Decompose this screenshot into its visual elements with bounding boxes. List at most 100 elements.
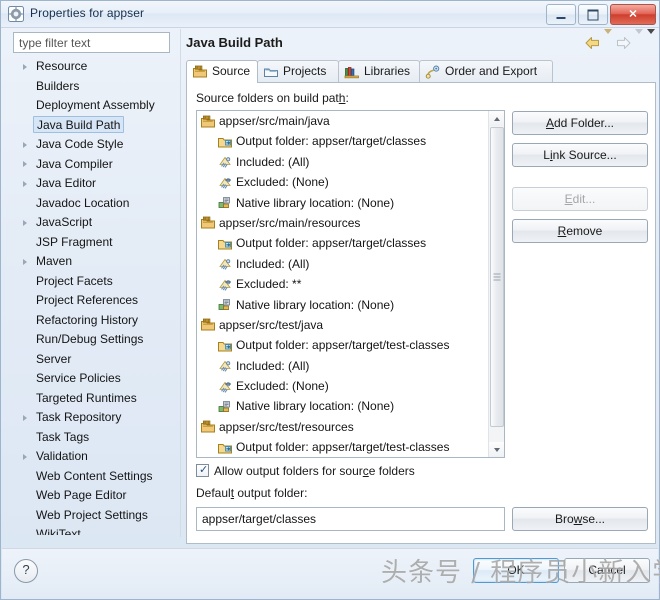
tab-source[interactable]: Source bbox=[186, 60, 258, 83]
source-tree-row-label: appser/src/main/resources bbox=[219, 215, 361, 230]
add-folder-button[interactable]: Add Folder... bbox=[512, 111, 648, 135]
source-folder-attribute-row[interactable]: Output folder: appser/target/test-classe… bbox=[197, 335, 489, 355]
scroll-up-arrow-icon[interactable] bbox=[489, 111, 504, 126]
source-folder-row[interactable]: appser/src/main/java bbox=[197, 111, 489, 131]
window-title: Properties for appser bbox=[30, 6, 145, 20]
tab-projects[interactable]: Projects bbox=[257, 60, 339, 82]
sidebar-item-label: Project References bbox=[36, 293, 139, 307]
settings-page: Java Build Path SourceProjectsLibrarie bbox=[184, 27, 657, 545]
sidebar-item-project-facets[interactable]: Project Facets bbox=[13, 272, 181, 292]
scrollbar-thumb[interactable] bbox=[490, 127, 504, 427]
source-folder-attribute-row[interactable]: Output folder: appser/target/test-classe… bbox=[197, 437, 489, 457]
expand-arrow-icon[interactable] bbox=[23, 258, 27, 265]
expand-arrow-icon[interactable] bbox=[23, 219, 27, 226]
sidebar-item-run-debug-settings[interactable]: Run/Debug Settings bbox=[13, 330, 181, 350]
filter-input[interactable]: type filter text bbox=[13, 32, 170, 53]
tree-scrollbar[interactable] bbox=[488, 111, 504, 457]
button-label-post: dd Folder... bbox=[553, 116, 615, 130]
sidebar-item-builders[interactable]: Builders bbox=[13, 77, 181, 97]
back-arrow-icon[interactable] bbox=[585, 36, 600, 50]
sidebar-item-validation[interactable]: Validation bbox=[13, 447, 181, 467]
sidebar-item-web-page-editor[interactable]: Web Page Editor bbox=[13, 486, 181, 506]
expand-arrow-icon[interactable] bbox=[23, 161, 27, 167]
button-label-mnemonic: A bbox=[545, 116, 554, 130]
sidebar-item-task-repository[interactable]: Task Repository bbox=[13, 408, 181, 428]
expand-arrow-icon[interactable] bbox=[23, 63, 27, 70]
sidebar-item-label: Validation bbox=[36, 449, 88, 463]
source-folder-attribute-row[interactable]: Native library location: (None) bbox=[197, 193, 489, 213]
sidebar-item-java-build-path[interactable]: Java Build Path bbox=[13, 115, 181, 136]
excluded-icon bbox=[217, 379, 233, 395]
output-folder-icon bbox=[217, 236, 233, 252]
source-folder-icon bbox=[200, 215, 216, 231]
cancel-button[interactable]: Cancel bbox=[564, 558, 650, 583]
sidebar-item-label: Resource bbox=[36, 59, 88, 73]
sidebar-item-javadoc-location[interactable]: Javadoc Location bbox=[13, 194, 181, 214]
sidebar-item-maven[interactable]: Maven bbox=[13, 252, 181, 272]
default-output-folder-input[interactable]: appser/target/classes bbox=[196, 507, 505, 531]
tab-libraries[interactable]: Libraries bbox=[338, 60, 420, 82]
sidebar-item-web-project-settings[interactable]: Web Project Settings bbox=[13, 506, 181, 526]
forward-arrow-icon[interactable] bbox=[616, 36, 631, 50]
sidebar-item-jsp-fragment[interactable]: JSP Fragment bbox=[13, 233, 181, 253]
help-button[interactable]: ? bbox=[14, 559, 38, 583]
forward-history-dropdown[interactable] bbox=[635, 29, 643, 52]
source-folder-attribute-row[interactable]: Excluded: (None) bbox=[197, 172, 489, 192]
source-folder-attribute-row[interactable]: Output folder: appser/target/classes bbox=[197, 233, 489, 253]
page-menu-dropdown[interactable] bbox=[647, 29, 655, 52]
source-tree-row-label: Included: (All) bbox=[236, 358, 310, 373]
window-controls: ✕ bbox=[544, 4, 656, 25]
source-folder-row[interactable]: appser/src/test/java bbox=[197, 315, 489, 335]
sidebar-item-java-compiler[interactable]: Java Compiler bbox=[13, 155, 181, 175]
allow-label-post: e folders bbox=[368, 464, 415, 478]
sidebar-item-java-editor[interactable]: Java Editor bbox=[13, 174, 181, 194]
minimize-button[interactable] bbox=[546, 4, 576, 25]
sidebar-item-javascript[interactable]: JavaScript bbox=[13, 213, 181, 233]
link-source-button[interactable]: Link Source... bbox=[512, 143, 648, 167]
remove-button[interactable]: Remove bbox=[512, 219, 648, 243]
source-folder-attribute-row[interactable]: Excluded: ** bbox=[197, 274, 489, 294]
sidebar-item-wikitext[interactable]: WikiText bbox=[13, 525, 181, 535]
browse-button[interactable]: Browse... bbox=[512, 507, 648, 531]
sidebar-item-label: Web Project Settings bbox=[36, 507, 148, 522]
expand-arrow-icon[interactable] bbox=[23, 141, 27, 148]
sidebar-item-project-references[interactable]: Project References bbox=[13, 291, 181, 311]
close-button[interactable]: ✕ bbox=[610, 4, 656, 25]
sidebar-item-label: Javadoc Location bbox=[36, 195, 130, 210]
sidebar-item-java-code-style[interactable]: Java Code Style bbox=[13, 135, 181, 155]
dialog-footer: ? OK Cancel bbox=[2, 549, 658, 599]
sidebar-item-server[interactable]: Server bbox=[13, 350, 181, 370]
sidebar-item-label: Project Facets bbox=[36, 273, 113, 288]
source-folder-attribute-row[interactable]: Included: (All) bbox=[197, 152, 489, 172]
expand-arrow-icon[interactable] bbox=[23, 453, 27, 460]
source-folders-tree[interactable]: appser/src/main/java Output folder: appse… bbox=[196, 110, 505, 458]
source-folder-attribute-row[interactable]: Output folder: appser/target/classes bbox=[197, 131, 489, 151]
scroll-down-arrow-icon[interactable] bbox=[489, 442, 504, 457]
native-library-icon bbox=[217, 195, 233, 211]
source-folder-row[interactable]: appser/src/main/resources bbox=[197, 213, 489, 233]
sidebar-item-label: Java Editor bbox=[36, 176, 97, 190]
sidebar-item-web-content-settings[interactable]: Web Content Settings bbox=[13, 467, 181, 487]
ok-button[interactable]: OK bbox=[473, 558, 559, 583]
source-folder-row[interactable]: appser/src/test/resources bbox=[197, 417, 489, 437]
sidebar-item-label: Targeted Runtimes bbox=[36, 390, 137, 405]
sidebar-item-refactoring-history[interactable]: Refactoring History bbox=[13, 311, 181, 331]
source-folder-attribute-row[interactable]: Native library location: (None) bbox=[197, 396, 489, 416]
expand-arrow-icon[interactable] bbox=[23, 180, 27, 187]
sidebar-item-resource[interactable]: Resource bbox=[13, 57, 181, 77]
source-folders-list[interactable]: appser/src/main/java Output folder: appse… bbox=[197, 111, 489, 457]
back-history-dropdown[interactable] bbox=[604, 29, 612, 52]
tab-order-and-export[interactable]: Order and Export bbox=[419, 60, 553, 82]
source-folder-attribute-row[interactable]: Included: (All) bbox=[197, 254, 489, 274]
source-folder-attribute-row[interactable]: Included: (All) bbox=[197, 356, 489, 376]
expand-arrow-icon[interactable] bbox=[23, 414, 27, 421]
sidebar-item-task-tags[interactable]: Task Tags bbox=[13, 428, 181, 448]
source-folder-attribute-row[interactable]: Native library location: (None) bbox=[197, 295, 489, 315]
maximize-button[interactable] bbox=[578, 4, 608, 25]
source-folder-attribute-row[interactable]: Excluded: (None) bbox=[197, 376, 489, 396]
settings-category-tree[interactable]: Resource Builders Deployment Assembly Java … bbox=[13, 57, 181, 535]
excluded-icon bbox=[217, 277, 233, 293]
sidebar-item-service-policies[interactable]: Service Policies bbox=[13, 369, 181, 389]
sidebar-item-targeted-runtimes[interactable]: Targeted Runtimes bbox=[13, 389, 181, 409]
sidebar-item-deployment-assembly[interactable]: Deployment Assembly bbox=[13, 96, 181, 116]
